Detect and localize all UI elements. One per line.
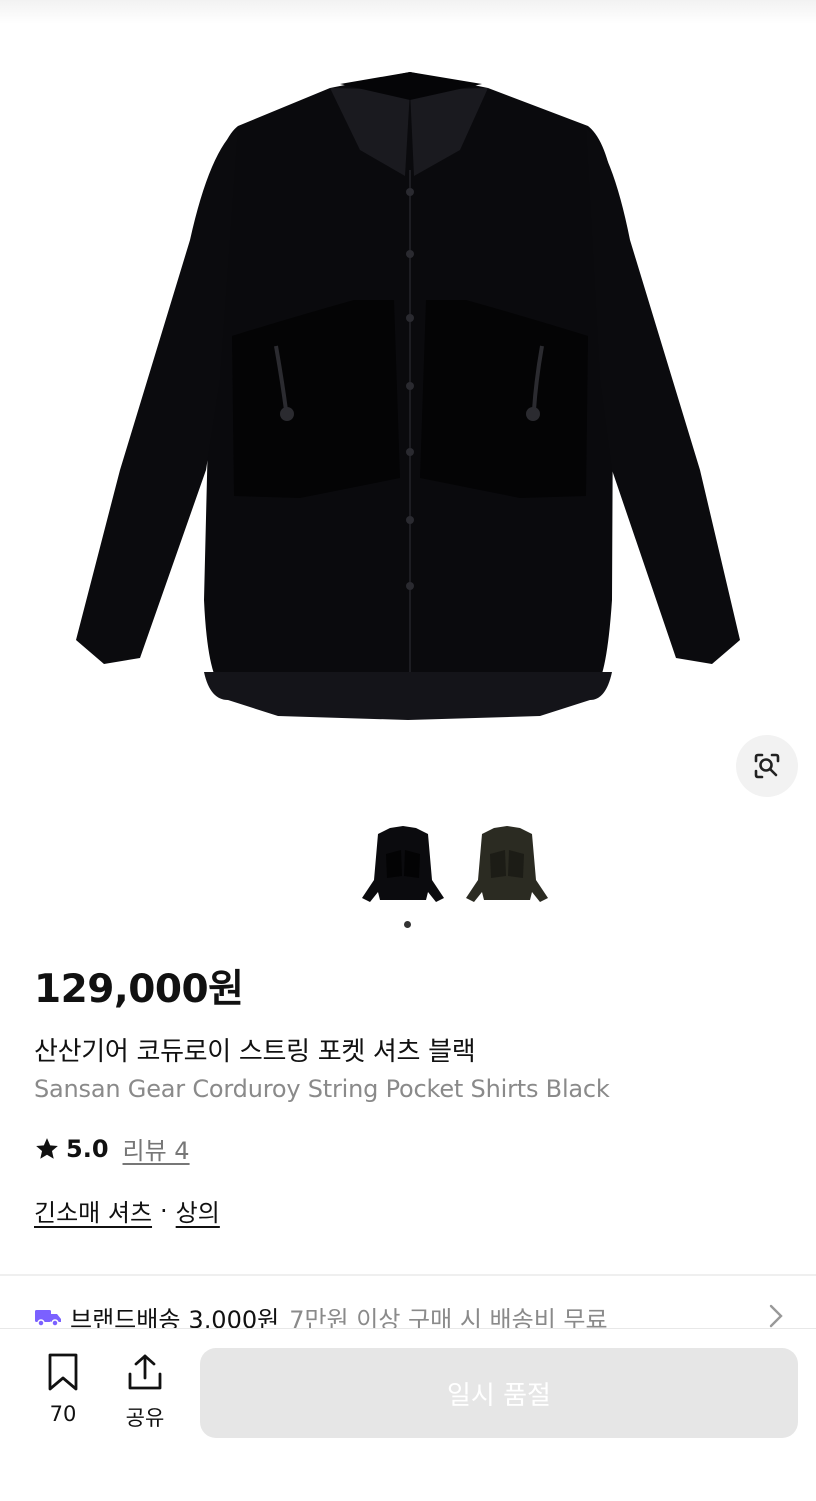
lens-icon bbox=[754, 753, 780, 779]
product-title-korean: 산산기어 코듀로이 스트링 포켓 셔츠 블랙 bbox=[34, 1037, 476, 1067]
truck-icon bbox=[35, 1310, 61, 1327]
product-title-english: Sansan Gear Corduroy String Pocket Shirt… bbox=[34, 1075, 610, 1103]
bookmark-button[interactable]: 70 bbox=[38, 1352, 88, 1426]
chevron-right-icon bbox=[769, 1304, 783, 1328]
star-icon bbox=[36, 1137, 58, 1159]
bookmark-count: 70 bbox=[49, 1402, 77, 1426]
review-link[interactable]: 리뷰 4 bbox=[123, 1131, 190, 1166]
product-price: 129,000원 bbox=[34, 967, 244, 1012]
gallery-indicator-dot bbox=[404, 921, 411, 928]
share-icon bbox=[128, 1354, 162, 1390]
thumbnail-khaki[interactable] bbox=[462, 820, 552, 910]
category-separator: · bbox=[160, 1196, 168, 1225]
bookmark-icon bbox=[48, 1353, 78, 1391]
category-link-tops[interactable]: 상의 bbox=[176, 1193, 220, 1228]
thumbnail-gallery bbox=[358, 820, 552, 910]
share-label: 공유 bbox=[125, 1406, 165, 1430]
rating-row: 5.0 리뷰 4 bbox=[34, 1131, 190, 1166]
sold-out-button[interactable]: 일시 품절 bbox=[200, 1348, 798, 1438]
image-search-button[interactable] bbox=[736, 735, 798, 797]
thumbnail-black[interactable] bbox=[358, 820, 448, 910]
category-link-long-sleeve-shirts[interactable]: 긴소매 셔츠 bbox=[34, 1193, 152, 1228]
rating-score: 5.0 bbox=[66, 1134, 109, 1163]
category-breadcrumb: 긴소매 셔츠 · 상의 bbox=[34, 1193, 220, 1228]
share-button[interactable]: 공유 bbox=[118, 1352, 172, 1432]
section-divider bbox=[0, 1274, 816, 1276]
product-main-image[interactable] bbox=[0, 0, 816, 800]
